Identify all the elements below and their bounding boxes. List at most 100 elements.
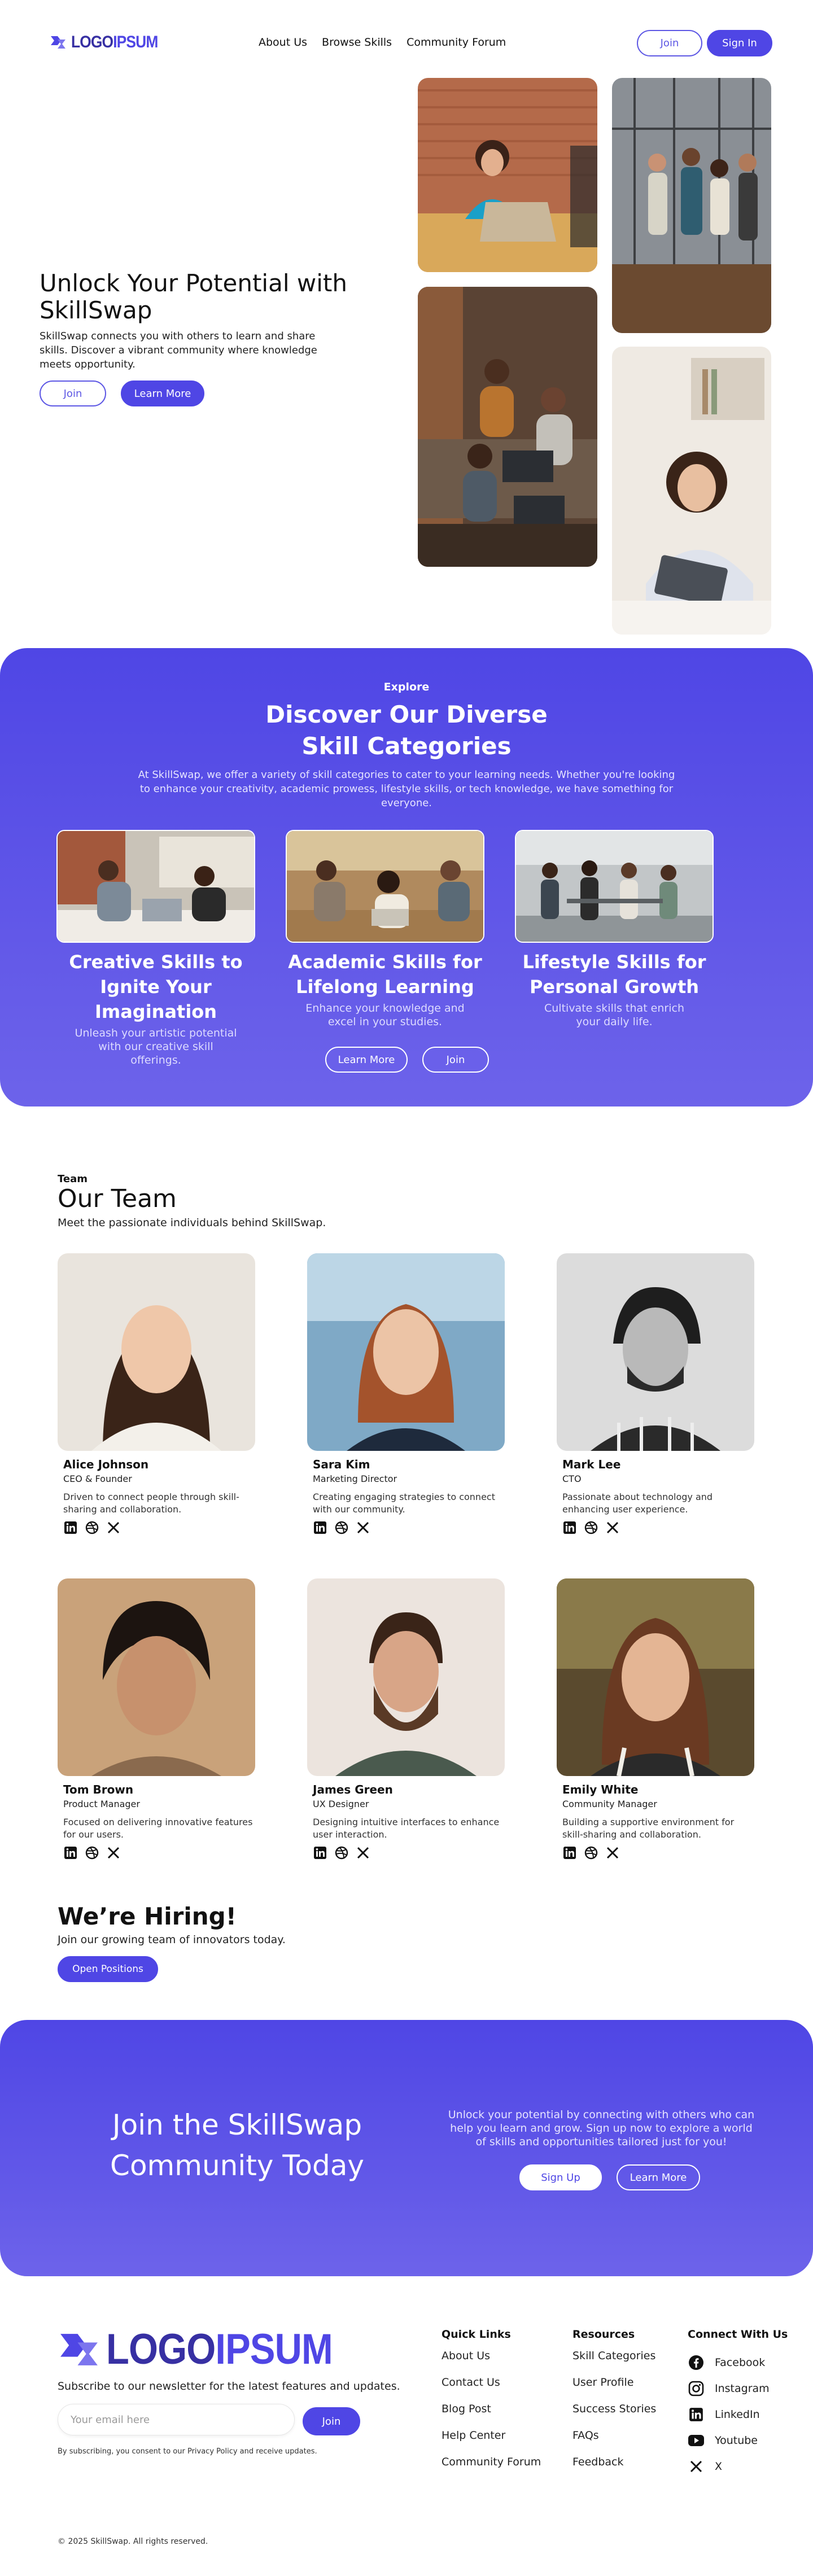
youtube-icon — [688, 2432, 705, 2449]
footer-link[interactable]: Help Center — [442, 2429, 541, 2456]
newsletter-email-input[interactable] — [58, 2404, 295, 2435]
category-card-lifestyle[interactable]: Lifestyle Skills for Personal Growth Cul… — [515, 830, 714, 1029]
cta-learn-more-button[interactable]: Learn More — [617, 2164, 700, 2190]
team-subtitle: Meet the passionate individuals behind S… — [58, 1217, 326, 1229]
x-icon[interactable] — [356, 1520, 370, 1535]
team-member-role: Community Manager — [562, 1799, 657, 1809]
instagram-icon — [688, 2380, 705, 2397]
footer-x-link[interactable]: X — [688, 2453, 788, 2479]
hero-text: SkillSwap connects you with others to le… — [40, 330, 317, 370]
category-desc-academic: Enhance your knowledge and excel in your… — [305, 1002, 465, 1028]
main-nav: About Us Browse Skills Community Forum — [259, 36, 506, 49]
newsletter-join-button[interactable]: Join — [303, 2407, 360, 2435]
hiring-title: We’re Hiring! — [58, 1903, 237, 1930]
footer-link[interactable]: Contact Us — [442, 2376, 541, 2403]
footer-logo[interactable]: LOGOIPSUM — [58, 2325, 363, 2374]
team-member-card: Mark Lee CTO Passionate about technology… — [557, 1253, 754, 1535]
x-icon[interactable] — [356, 1845, 370, 1860]
category-card-academic[interactable]: Academic Skills for Lifelong Learning En… — [286, 830, 484, 1029]
footer-col-title: Resources — [572, 2328, 635, 2341]
x-icon[interactable] — [106, 1845, 121, 1860]
dribbble-icon[interactable] — [85, 1520, 99, 1535]
category-title-lifestyle: Lifestyle Skills for Personal Growth — [522, 951, 706, 998]
footer-link[interactable]: About Us — [442, 2350, 541, 2376]
category-card-creative[interactable]: Creative Skills to Ignite Your Imaginati… — [56, 830, 255, 1067]
linkedin-icon[interactable] — [562, 1520, 577, 1535]
footer-facebook-link[interactable]: Facebook — [688, 2350, 788, 2376]
team-member-role: Product Manager — [63, 1799, 140, 1809]
dribbble-icon[interactable] — [334, 1845, 349, 1860]
hero-photo-office-group — [612, 78, 771, 333]
cta-signup-button[interactable]: Sign Up — [519, 2164, 602, 2190]
footer-link[interactable]: Success Stories — [572, 2403, 656, 2429]
dribbble-icon[interactable] — [584, 1520, 598, 1535]
team-title: Our Team — [58, 1184, 177, 1213]
team-member-role: Marketing Director — [313, 1473, 397, 1484]
dribbble-icon[interactable] — [334, 1520, 349, 1535]
cta-text: Unlock your potential by connecting with… — [448, 2109, 755, 2148]
header-signin-button[interactable]: Sign In — [707, 30, 772, 56]
cta-title: Join the SkillSwap Community Today — [110, 2109, 364, 2182]
footer-col-title: Quick Links — [442, 2328, 511, 2341]
nav-about-us[interactable]: About Us — [259, 36, 307, 49]
copyright: © 2025 SkillSwap. All rights reserved. — [58, 2537, 208, 2546]
hero-photo-woman-notes — [612, 347, 771, 635]
logo-mark-icon — [60, 2333, 98, 2365]
explore-title: Discover Our Diverse Skill Categories — [265, 701, 548, 760]
linkedin-icon[interactable] — [313, 1845, 327, 1860]
footer-col-title: Connect With Us — [688, 2328, 788, 2341]
x-icon[interactable] — [106, 1520, 121, 1535]
linkedin-label: LinkedIn — [715, 2408, 760, 2421]
footer-link[interactable]: FAQs — [572, 2429, 656, 2456]
team-member-photo — [58, 1253, 255, 1451]
explore-section: Explore Discover Our Diverse Skill Categ… — [0, 648, 813, 1107]
hero-photo-study-group — [418, 287, 597, 567]
header-join-button[interactable]: Join — [637, 30, 702, 56]
linkedin-icon — [688, 2406, 705, 2423]
consent-text: By subscribing, you consent to our Priva… — [58, 2447, 317, 2456]
category-image-lifestyle — [515, 830, 714, 943]
x-icon[interactable] — [605, 1845, 620, 1860]
hero-learn-more-button[interactable]: Learn More — [121, 381, 204, 406]
instagram-label: Instagram — [715, 2382, 770, 2395]
x-icon[interactable] — [605, 1520, 620, 1535]
nav-browse-skills[interactable]: Browse Skills — [322, 36, 392, 49]
team-member-bio: Passionate about technology and enhancin… — [562, 1492, 713, 1515]
footer-youtube-link[interactable]: Youtube — [688, 2428, 788, 2453]
footer-linkedin-link[interactable]: LinkedIn — [688, 2402, 788, 2428]
linkedin-icon[interactable] — [63, 1520, 78, 1535]
team-member-bio: Creating engaging strategies to connect … — [313, 1492, 495, 1515]
footer-link[interactable]: User Profile — [572, 2376, 656, 2403]
nav-community-forum[interactable]: Community Forum — [406, 36, 506, 49]
dribbble-icon[interactable] — [85, 1845, 99, 1860]
dribbble-icon[interactable] — [584, 1845, 598, 1860]
footer-quick-links: Quick Links About Us Contact Us Blog Pos… — [442, 2328, 541, 2482]
footer-link[interactable]: Community Forum — [442, 2456, 541, 2482]
cta-section: Join the SkillSwap Community Today Unloc… — [0, 2020, 813, 2276]
hero-title: Unlock Your Potential with SkillSwap — [40, 269, 347, 324]
footer-link[interactable]: Skill Categories — [572, 2350, 656, 2376]
logo[interactable]: LOGOIPSUM — [50, 33, 169, 52]
footer-link[interactable]: Feedback — [572, 2456, 656, 2482]
category-image-academic — [286, 830, 484, 943]
team-member-card: Emily White Community Manager Building a… — [557, 1578, 754, 1860]
team-member-bio: Driven to connect people through skill-s… — [63, 1492, 239, 1515]
team-tag: Team — [58, 1173, 88, 1185]
team-member-socials — [307, 1520, 505, 1535]
facebook-label: Facebook — [715, 2356, 766, 2369]
hero-join-button[interactable]: Join — [40, 381, 106, 406]
category-desc-creative: Unleash your artistic potential with our… — [75, 1027, 237, 1066]
explore-join-button[interactable]: Join — [422, 1047, 489, 1073]
footer-link[interactable]: Blog Post — [442, 2403, 541, 2429]
linkedin-icon[interactable] — [562, 1845, 577, 1860]
team-member-name: Tom Brown — [63, 1783, 134, 1796]
explore-learn-more-button[interactable]: Learn More — [325, 1047, 408, 1073]
footer-instagram-link[interactable]: Instagram — [688, 2376, 788, 2402]
x-icon — [688, 2458, 705, 2475]
hiring-subtitle: Join our growing team of innovators toda… — [58, 1934, 286, 1946]
open-positions-button[interactable]: Open Positions — [58, 1956, 158, 1982]
linkedin-icon[interactable] — [63, 1845, 78, 1860]
team-member-photo — [307, 1578, 505, 1776]
linkedin-icon[interactable] — [313, 1520, 327, 1535]
explore-tag: Explore — [383, 681, 430, 693]
